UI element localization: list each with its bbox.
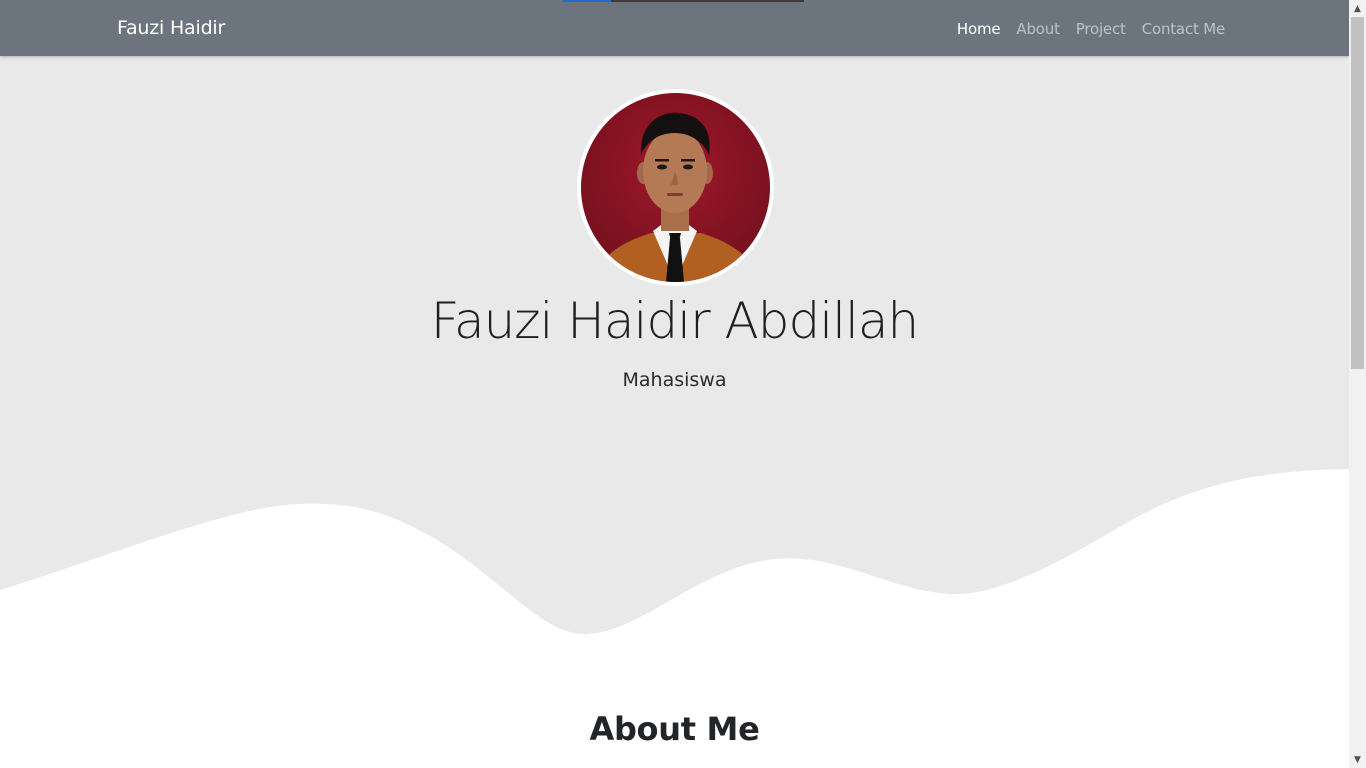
hero-section: Fauzi Haidir Abdillah Mahasiswa xyxy=(0,56,1349,716)
navbar: Fauzi Haidir Home About Project Contact … xyxy=(0,0,1349,56)
loading-bar xyxy=(563,0,804,2)
nav-link-about[interactable]: About xyxy=(1016,20,1060,38)
nav-link-contact[interactable]: Contact Me xyxy=(1142,20,1226,38)
about-title: About Me xyxy=(589,710,760,748)
chevron-down-icon[interactable]: ▼ xyxy=(1349,751,1366,768)
scrollbar-thumb[interactable] xyxy=(1351,17,1364,369)
page: Fauzi Haidir Abdillah Mahasiswa About Me… xyxy=(0,0,1349,768)
nav-link-home[interactable]: Home xyxy=(957,20,1001,38)
avatar xyxy=(577,89,774,286)
profile-photo xyxy=(581,93,770,282)
nav-link-project[interactable]: Project xyxy=(1076,20,1126,38)
nav-links: Home About Project Contact Me xyxy=(957,20,1225,38)
brand-link[interactable]: Fauzi Haidir xyxy=(117,17,225,39)
vertical-scrollbar[interactable]: ▲ ▼ xyxy=(1349,0,1366,768)
chevron-up-icon[interactable]: ▲ xyxy=(1349,0,1366,17)
wave-divider xyxy=(0,469,1349,716)
hero-role: Mahasiswa xyxy=(622,369,727,391)
hero-name: Fauzi Haidir Abdillah xyxy=(430,292,919,350)
